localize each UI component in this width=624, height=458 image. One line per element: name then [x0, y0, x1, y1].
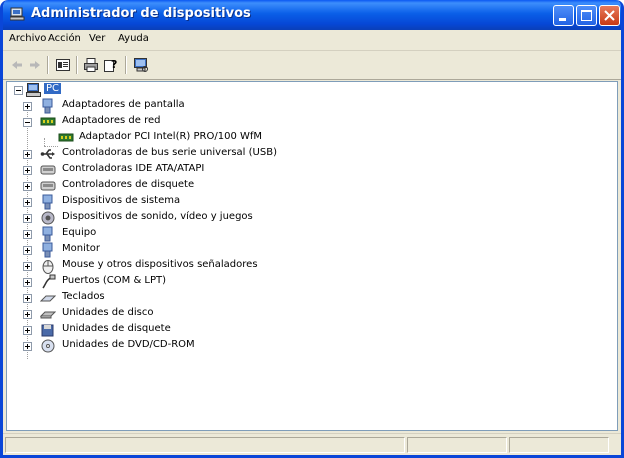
tree-node-label: Dispositivos de sonido, vídeo y juegos — [62, 211, 253, 222]
toolbar-separator — [47, 56, 49, 74]
toolbar: ? — [3, 51, 621, 80]
tree-node-label: Adaptador PCI Intel(R) PRO/100 WfM — [79, 131, 263, 142]
ide-controller-icon — [40, 165, 56, 175]
collapse-toggle[interactable] — [14, 86, 23, 95]
title-bar[interactable]: Administrador de dispositivos — [3, 0, 621, 30]
scan-hardware-icon[interactable] — [133, 57, 149, 73]
svg-text:?: ? — [111, 58, 117, 71]
tree-node-label: Teclados — [62, 291, 105, 302]
floppy-controller-icon — [40, 181, 56, 191]
network-adapter-icon — [40, 117, 56, 126]
tree-node-label: Unidades de DVD/CD-ROM — [62, 339, 195, 350]
computer-icon — [42, 226, 53, 242]
expand-toggle[interactable] — [23, 310, 32, 319]
display-adapter-icon — [42, 98, 53, 114]
properties-icon[interactable] — [55, 57, 71, 73]
minimize-button[interactable] — [553, 5, 574, 26]
device-manager-icon — [10, 7, 25, 21]
device-manager-window: Administrador de dispositivos Archivo Ac… — [0, 0, 624, 458]
mouse-icon — [42, 260, 54, 274]
expand-toggle[interactable] — [23, 214, 32, 223]
menu-ayuda[interactable]: Ayuda — [118, 33, 149, 44]
dvd-drive-icon — [41, 339, 55, 353]
expand-toggle[interactable] — [23, 230, 32, 239]
tree-connector — [44, 138, 45, 146]
close-button[interactable] — [599, 5, 620, 26]
sound-icon — [41, 211, 55, 225]
tree-node-label: Adaptadores de red — [62, 115, 161, 126]
status-pane — [509, 437, 609, 453]
toolbar-separator — [76, 56, 78, 74]
tree-node-label: Unidades de disco — [62, 307, 154, 318]
collapse-toggle[interactable] — [23, 118, 32, 127]
network-card-icon — [58, 133, 74, 142]
disk-drive-icon — [40, 311, 56, 319]
status-bar — [3, 433, 621, 455]
expand-toggle[interactable] — [23, 150, 32, 159]
floppy-drive-icon — [41, 324, 54, 337]
help-icon[interactable]: ? — [103, 57, 119, 73]
expand-toggle[interactable] — [23, 326, 32, 335]
usb-icon — [40, 149, 55, 159]
tree-node-label: Mouse y otros dispositivos señaladores — [62, 259, 258, 270]
tree-node-label: Equipo — [62, 227, 97, 238]
expand-toggle[interactable] — [23, 262, 32, 271]
tree-node-label: Controladoras IDE ATA/ATAPI — [62, 163, 205, 174]
forward-arrow-icon[interactable] — [27, 57, 43, 73]
maximize-button[interactable] — [576, 5, 597, 26]
expand-toggle[interactable] — [23, 342, 32, 351]
monitor-icon — [42, 242, 53, 258]
port-icon — [42, 274, 56, 289]
tree-node-label: Controladores de disquete — [62, 179, 195, 190]
tree-node-label: Unidades de disquete — [62, 323, 171, 334]
back-arrow-icon[interactable] — [9, 57, 25, 73]
expand-toggle[interactable] — [23, 246, 32, 255]
tree-node-label: Controladoras de bus serie universal (US… — [62, 147, 277, 158]
tree-node-label: Puertos (COM & LPT) — [62, 275, 167, 286]
tree-root-label: PC — [44, 83, 62, 94]
tree-node-label: Adaptadores de pantalla — [62, 99, 185, 110]
expand-toggle[interactable] — [23, 278, 32, 287]
expand-toggle[interactable] — [23, 102, 32, 111]
expand-toggle[interactable] — [23, 198, 32, 207]
status-pane — [5, 437, 405, 453]
computer-icon — [26, 83, 41, 97]
menu-bar: Archivo Acción Ver Ayuda — [3, 30, 621, 51]
tree-node-label: Dispositivos de sistema — [62, 195, 181, 206]
print-icon[interactable] — [83, 57, 99, 73]
expand-toggle[interactable] — [23, 166, 32, 175]
close-icon — [604, 10, 615, 21]
status-pane — [407, 437, 507, 453]
menu-accion[interactable]: Acción — [48, 33, 81, 44]
system-device-icon — [42, 194, 53, 210]
toolbar-separator — [125, 56, 127, 74]
keyboard-icon — [40, 295, 56, 302]
menu-ver[interactable]: Ver — [89, 33, 105, 44]
expand-toggle[interactable] — [23, 294, 32, 303]
tree-node-label: Monitor — [62, 243, 101, 254]
maximize-icon — [581, 10, 592, 21]
menu-archivo[interactable]: Archivo — [9, 33, 46, 44]
expand-toggle[interactable] — [23, 182, 32, 191]
device-tree[interactable]: PC Adaptadores de pantalla Adaptadores d… — [6, 81, 618, 431]
minimize-icon — [559, 18, 566, 21]
window-title: Administrador de dispositivos — [31, 6, 251, 21]
